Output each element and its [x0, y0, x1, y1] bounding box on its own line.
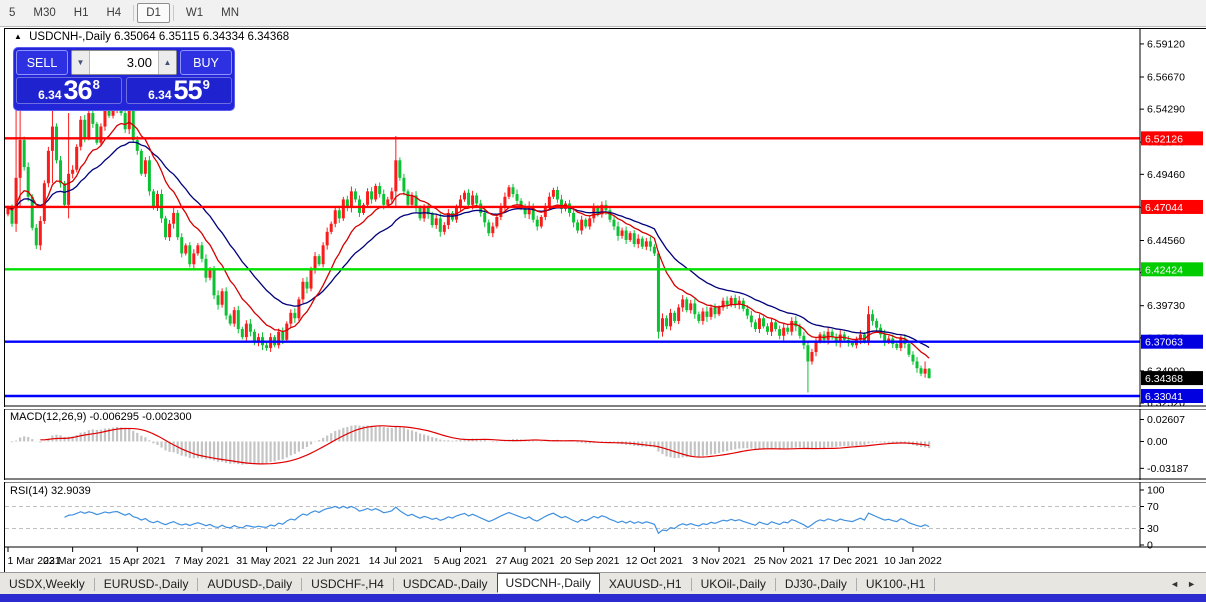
chart-title: ▲ USDCNH-,Daily 6.35064 6.35115 6.34334 … [14, 31, 289, 43]
volume-increase-icon[interactable]: ▲ [158, 51, 176, 74]
tab-uk100-h1[interactable]: UK100-,H1 [857, 574, 934, 594]
svg-text:23 Mar 2021: 23 Mar 2021 [43, 555, 102, 567]
svg-text:6.39730: 6.39730 [1147, 300, 1185, 312]
chart-ohlc-values: 6.35064 6.35115 6.34334 6.34368 [114, 31, 290, 43]
svg-text:22 Jun 2021: 22 Jun 2021 [302, 555, 360, 567]
pane-splitter[interactable] [0, 407, 1206, 409]
trading-platform-window: 5 M30 H1 H4 D1 W1 MN 6.59120 6.56670 6.542… [0, 0, 1206, 602]
tab-audusd-daily[interactable]: AUDUSD-,Daily [198, 574, 301, 594]
macd-name: MACD(12,26,9) [10, 411, 87, 423]
svg-text:20 Sep 2021: 20 Sep 2021 [560, 555, 620, 567]
svg-text:5 Aug 2021: 5 Aug 2021 [434, 555, 487, 567]
svg-text:100: 100 [1147, 485, 1165, 497]
sell-price-display[interactable]: 6.34 36 8 [16, 77, 122, 104]
tab-usdcad-daily[interactable]: USDCAD-,Daily [394, 574, 497, 594]
svg-text:-0.03187: -0.03187 [1147, 463, 1189, 475]
svg-text:6.56670: 6.56670 [1147, 72, 1185, 84]
one-click-trade-panel: SELL ▼ ▲ BUY 6.34 36 8 6.34 55 9 [13, 47, 235, 111]
tab-separator [934, 577, 936, 591]
buy-price-pip: 9 [202, 77, 210, 92]
svg-text:3 Nov 2021: 3 Nov 2021 [692, 555, 746, 567]
buy-price-display[interactable]: 6.34 55 9 [126, 77, 232, 104]
chart-tabbar: USDX,Weekly EURUSD-,Daily AUDUSD-,Daily … [0, 572, 1206, 595]
svg-text:6.42424: 6.42424 [1145, 264, 1183, 276]
macd-label: MACD(12,26,9) -0.006295 -0.002300 [10, 411, 192, 423]
svg-text:6.54290: 6.54290 [1147, 104, 1185, 116]
svg-text:6.33041: 6.33041 [1145, 391, 1183, 403]
tab-usdx-weekly[interactable]: USDX,Weekly [0, 574, 94, 594]
sell-price-main: 36 [63, 75, 93, 105]
sell-price-prefix: 6.34 [38, 88, 62, 102]
volume-input[interactable] [90, 51, 158, 74]
macd-value-main: -0.006295 [89, 411, 140, 423]
tab-usdchf-h4[interactable]: USDCHF-,H4 [302, 574, 393, 594]
tab-ukoil-daily[interactable]: UKOil-,Daily [692, 574, 775, 594]
volume-stepper: ▼ ▲ [71, 50, 177, 75]
svg-text:6.34368: 6.34368 [1145, 373, 1183, 385]
svg-text:12 Oct 2021: 12 Oct 2021 [626, 555, 683, 567]
svg-text:0: 0 [1147, 540, 1153, 552]
volume-decrease-icon[interactable]: ▼ [72, 51, 90, 74]
svg-text:6.52126: 6.52126 [1145, 133, 1183, 145]
svg-text:6.37063: 6.37063 [1145, 337, 1183, 349]
svg-text:6.59120: 6.59120 [1147, 38, 1185, 50]
svg-text:30: 30 [1147, 523, 1159, 535]
tabs-scroll-right-icon[interactable]: ► [1187, 579, 1196, 589]
collapse-triangle-icon[interactable]: ▲ [14, 32, 22, 41]
tabs-scroll-left-icon[interactable]: ◄ [1170, 579, 1179, 589]
svg-text:14 Jul 2021: 14 Jul 2021 [369, 555, 423, 567]
macd-value-signal: -0.002300 [142, 411, 192, 423]
pane-splitter[interactable] [0, 480, 1206, 482]
chart-symbol-label: USDCNH-,Daily [29, 31, 111, 43]
sell-button[interactable]: SELL [16, 50, 68, 75]
tab-eurusd-daily[interactable]: EURUSD-,Daily [95, 574, 198, 594]
svg-text:31 May 2021: 31 May 2021 [236, 555, 297, 567]
buy-button[interactable]: BUY [180, 50, 232, 75]
svg-text:70: 70 [1147, 501, 1159, 513]
buy-price-prefix: 6.34 [148, 88, 172, 102]
status-strip [0, 594, 1206, 602]
svg-text:6.49460: 6.49460 [1147, 169, 1185, 181]
svg-text:10 Jan 2022: 10 Jan 2022 [884, 555, 942, 567]
svg-text:7 May 2021: 7 May 2021 [174, 555, 229, 567]
svg-text:6.44560: 6.44560 [1147, 235, 1185, 247]
buy-price-main: 55 [173, 75, 203, 105]
tab-xauusd-h1[interactable]: XAUUSD-,H1 [600, 574, 691, 594]
rsi-name: RSI(14) [10, 485, 48, 497]
svg-text:25 Nov 2021: 25 Nov 2021 [754, 555, 814, 567]
tab-dj30-daily[interactable]: DJ30-,Daily [776, 574, 856, 594]
svg-text:0.00: 0.00 [1147, 436, 1168, 448]
tab-usdcnh-daily[interactable]: USDCNH-,Daily [496, 573, 600, 593]
svg-text:15 Apr 2021: 15 Apr 2021 [109, 555, 166, 567]
rsi-label: RSI(14) 32.9039 [10, 485, 91, 497]
rsi-value: 32.9039 [50, 485, 91, 497]
svg-text:0.02607: 0.02607 [1147, 414, 1185, 426]
svg-text:6.47044: 6.47044 [1145, 202, 1183, 214]
sell-price-pip: 8 [92, 77, 100, 92]
svg-text:27 Aug 2021: 27 Aug 2021 [496, 555, 555, 567]
svg-text:17 Dec 2021: 17 Dec 2021 [819, 555, 879, 567]
